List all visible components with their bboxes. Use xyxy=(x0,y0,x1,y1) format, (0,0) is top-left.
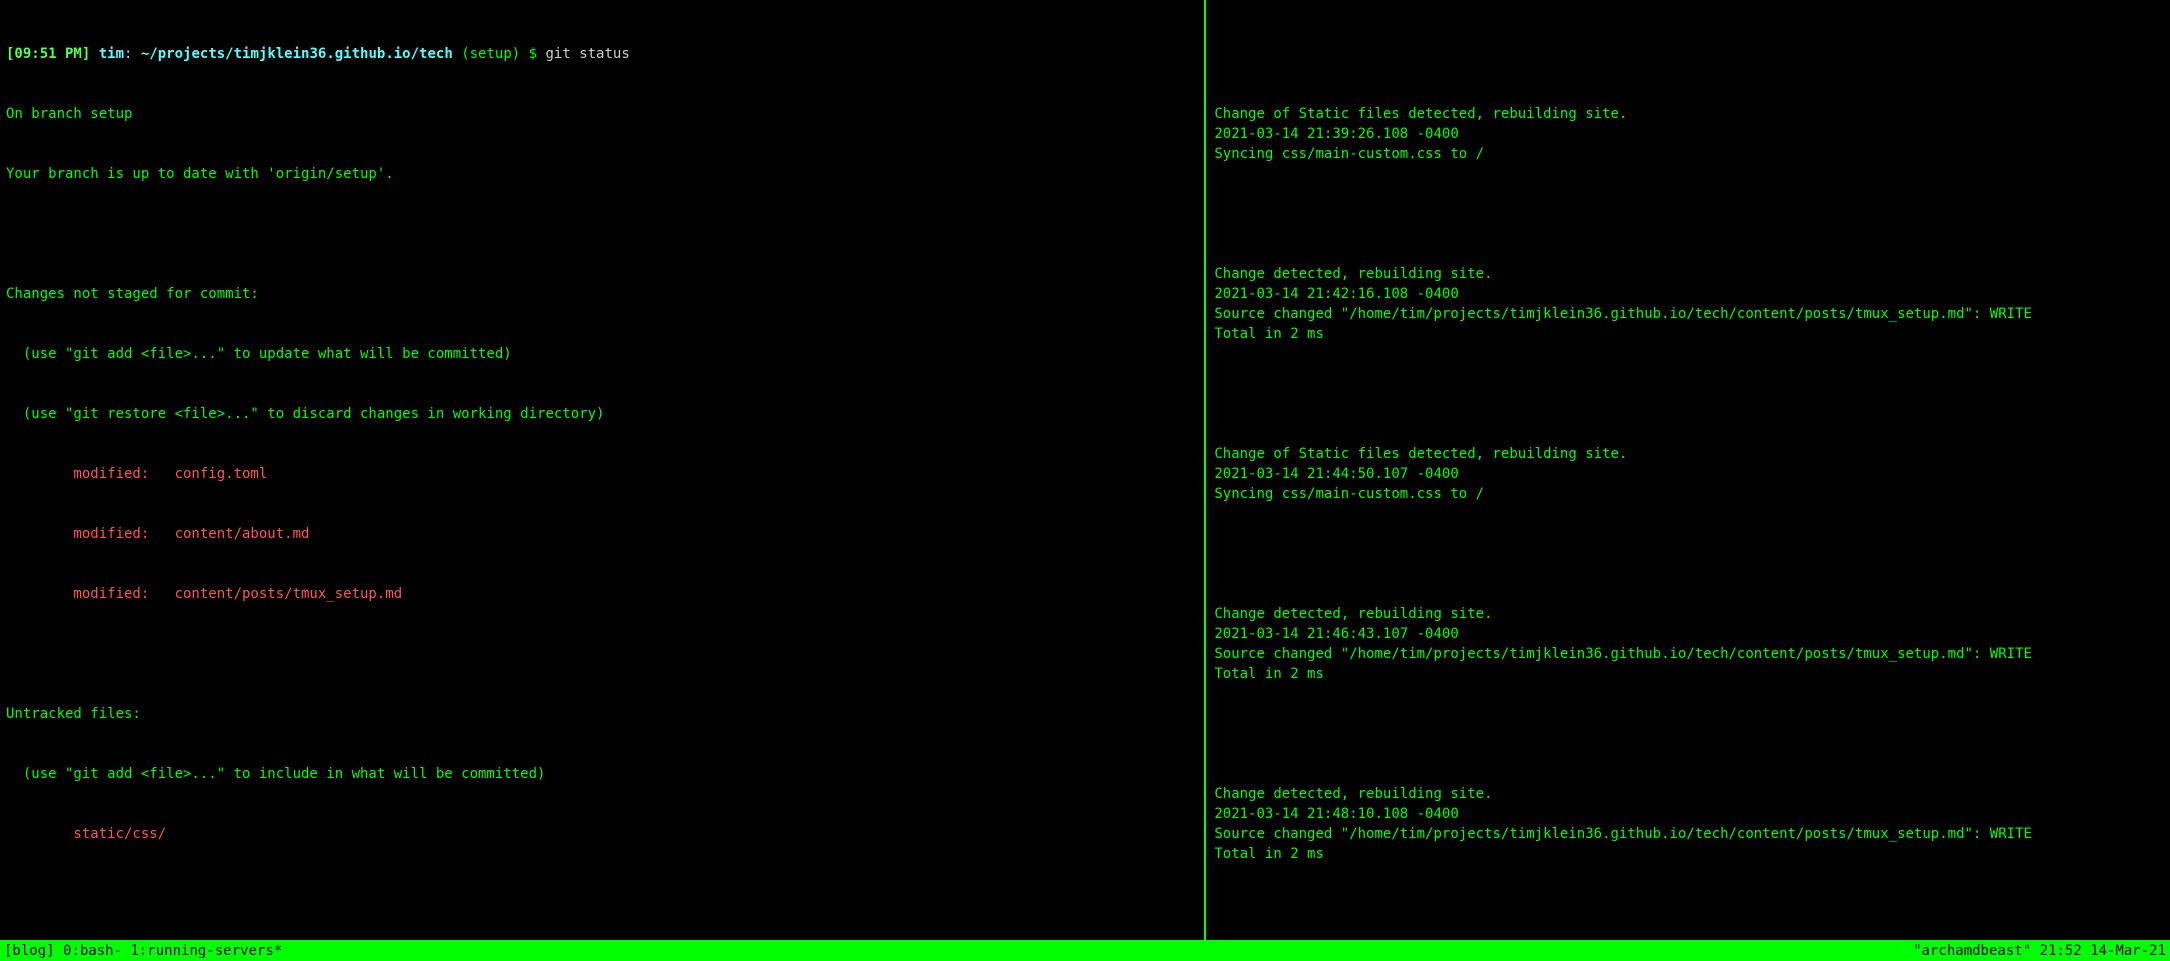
git-modified-file: modified: content/posts/tmux_setup.md xyxy=(6,584,1198,604)
git-hint-restore: (use "git restore <file>..." to discard … xyxy=(6,404,1198,424)
git-hint-add: (use "git add <file>..." to update what … xyxy=(6,344,1198,364)
server-log-block: Change detected, rebuilding site. 2021-0… xyxy=(1214,264,2162,344)
tmux-panes: [09:51 PM] tim: ~/projects/timjklein36.g… xyxy=(0,0,2170,940)
session-name[interactable]: [blog] xyxy=(4,943,63,959)
status-left: [blog] 0:bash- 1:running-servers* xyxy=(4,941,1913,961)
window-tab-1[interactable]: 1:running-servers* xyxy=(130,943,282,959)
git-modified-file: modified: content/about.md xyxy=(6,524,1198,544)
git-branch-line: On branch setup xyxy=(6,104,1198,124)
tmux-status-bar: [blog] 0:bash- 1:running-servers* "archa… xyxy=(0,940,2170,961)
left-pane[interactable]: [09:51 PM] tim: ~/projects/timjklein36.g… xyxy=(0,0,1204,940)
hostname: "archamdbeast" xyxy=(1913,943,2039,959)
git-changes-header: Changes not staged for commit: xyxy=(6,284,1198,304)
prompt-time: [09:51 PM] xyxy=(6,46,90,62)
server-log-block: Change of Static files detected, rebuild… xyxy=(1214,444,2162,504)
server-log-block: Change detected, rebuilding site. 2021-0… xyxy=(1214,604,2162,684)
status-clock: 21:52 14-Mar-21 xyxy=(2040,943,2166,959)
status-right: "archamdbeast" 21:52 14-Mar-21 xyxy=(1913,941,2166,961)
git-untracked-header: Untracked files: xyxy=(6,704,1198,724)
prompt-user: tim xyxy=(99,46,124,62)
git-untracked-file: static/css/ xyxy=(6,824,1198,844)
server-log-block: Change of Static files detected, rebuild… xyxy=(1214,104,2162,164)
right-pane[interactable]: Change of Static files detected, rebuild… xyxy=(1206,0,2170,940)
server-log-block: Change detected, rebuilding site. 2021-0… xyxy=(1214,784,2162,864)
prompt-branch: (setup) $ xyxy=(453,46,546,62)
prompt-path: ~/projects/timjklein36.github.io/tech xyxy=(141,46,453,62)
window-tab-0[interactable]: 0:bash- xyxy=(63,943,130,959)
git-modified-file: modified: config.toml xyxy=(6,464,1198,484)
prompt-line-1: [09:51 PM] tim: ~/projects/timjklein36.g… xyxy=(6,44,1198,64)
entered-command: git status xyxy=(545,46,629,62)
git-uptodate: Your branch is up to date with 'origin/s… xyxy=(6,164,1198,184)
git-hint-include: (use "git add <file>..." to include in w… xyxy=(6,764,1198,784)
